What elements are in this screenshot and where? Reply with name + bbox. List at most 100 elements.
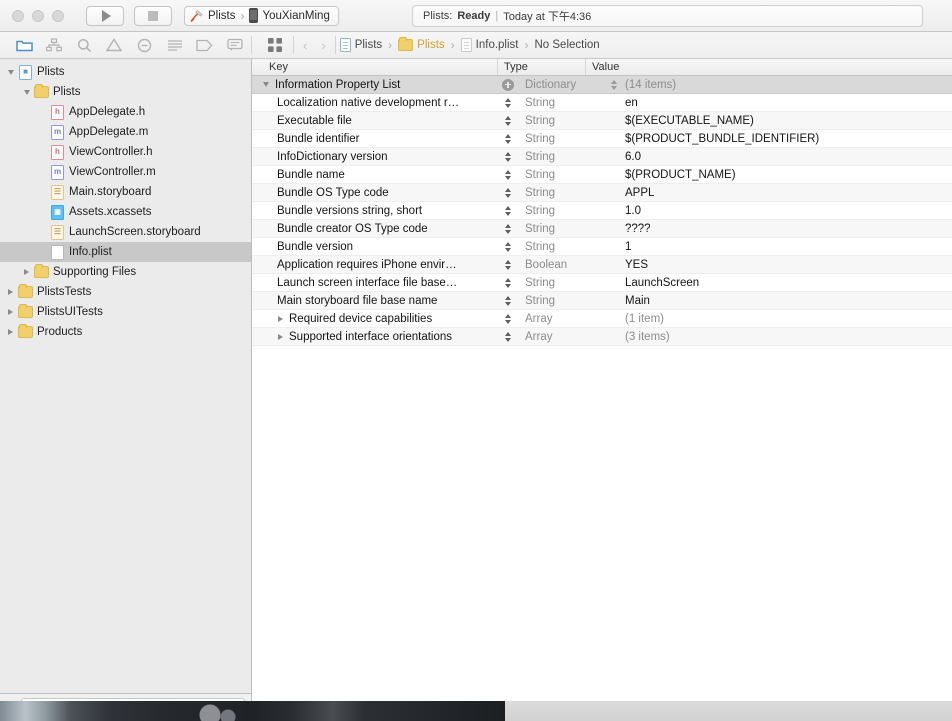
column-header-value[interactable]: Value [585, 59, 952, 75]
sidebar-item-info-plist[interactable]: Info.plist [0, 242, 251, 262]
plist-value-cell[interactable]: 1.0 [621, 205, 952, 217]
plist-key-cell[interactable]: Main storyboard file base name [252, 292, 497, 309]
table-row[interactable]: Information Property List Dictionary (14 i… [252, 76, 952, 94]
chevron-right-icon[interactable] [20, 269, 33, 275]
chevron-down-icon[interactable] [4, 69, 17, 75]
table-row[interactable]: Bundle OS Type code String APPL [252, 184, 952, 202]
row-stepper[interactable] [497, 151, 519, 162]
sort-order-icon[interactable] [607, 79, 621, 90]
forward-button[interactable]: › [316, 38, 330, 53]
row-stepper[interactable] [497, 313, 519, 324]
comment-icon[interactable] [221, 34, 249, 56]
plist-type-cell[interactable]: Array [519, 313, 607, 325]
plist-type-cell[interactable]: String [519, 151, 607, 163]
plist-type-cell[interactable]: String [519, 133, 607, 145]
scheme-selector[interactable]: Plists › YouXianMing [184, 5, 339, 26]
table-row[interactable]: Executable file String $(EXECUTABLE_NAME) [252, 112, 952, 130]
plist-key-cell[interactable]: Required device capabilities [252, 310, 497, 327]
plist-type-cell[interactable]: String [519, 205, 607, 217]
breadcrumb-item-project[interactable]: Plists [339, 38, 382, 52]
plist-type-cell[interactable]: String [519, 169, 607, 181]
row-stepper[interactable] [497, 295, 519, 306]
table-row[interactable]: Launch screen interface file base… String… [252, 274, 952, 292]
editor-options-grid-icon[interactable] [260, 34, 289, 56]
sidebar-item-plistsuitests[interactable]: PlistsUITests [0, 302, 251, 322]
breadcrumb-item-selection[interactable]: No Selection [534, 39, 599, 51]
plist-type-cell[interactable]: Dictionary [519, 79, 607, 91]
chevron-down-icon[interactable] [260, 82, 272, 87]
plist-key-cell[interactable]: Bundle creator OS Type code [252, 220, 497, 237]
plist-key-cell[interactable]: Bundle name [252, 166, 497, 183]
sidebar-item-products[interactable]: Products [0, 322, 251, 342]
plist-value-cell[interactable]: ???? [621, 223, 952, 235]
minimize-button[interactable] [32, 9, 44, 22]
add-row-button[interactable] [497, 78, 519, 91]
plist-value-cell[interactable]: LaunchScreen [621, 277, 952, 289]
chevron-right-icon[interactable] [4, 309, 17, 315]
chevron-right-icon[interactable] [4, 329, 17, 335]
plist-value-cell[interactable]: $(PRODUCT_BUNDLE_IDENTIFIER) [621, 133, 952, 145]
status-bar[interactable]: Plists: Ready | Today at 下午4:36 [412, 5, 923, 27]
plist-value-cell[interactable]: (14 items) [621, 79, 952, 91]
sidebar-item-pliststests[interactable]: PlistsTests [0, 282, 251, 302]
row-stepper[interactable] [497, 115, 519, 126]
table-row[interactable]: Bundle creator OS Type code String???? [252, 220, 952, 238]
plist-key-cell[interactable]: Information Property List [252, 76, 497, 93]
table-row[interactable]: Localization native development r… String… [252, 94, 952, 112]
table-row[interactable]: InfoDictionary version String 6.0 [252, 148, 952, 166]
sidebar-item-supporting-files[interactable]: Supporting Files [0, 262, 251, 282]
table-row[interactable]: Bundle identifier String $(PRODUCT_BUNDLE_… [252, 130, 952, 148]
sidebar-item-viewcontroller-m[interactable]: m ViewController.m [0, 162, 251, 182]
row-stepper[interactable] [497, 133, 519, 144]
tag-icon[interactable] [191, 34, 219, 56]
plist-type-cell[interactable]: String [519, 187, 607, 199]
table-row[interactable]: Bundle versions string, short String 1.0 [252, 202, 952, 220]
list-icon[interactable] [161, 34, 189, 56]
plist-value-cell[interactable]: (3 items) [621, 331, 952, 343]
row-stepper[interactable] [497, 259, 519, 270]
warning-triangle-icon[interactable] [100, 34, 128, 56]
row-stepper[interactable] [497, 205, 519, 216]
plist-value-cell[interactable]: 1 [621, 241, 952, 253]
plist-value-cell[interactable]: APPL [621, 187, 952, 199]
sidebar-item-appdelegate-h[interactable]: h AppDelegate.h [0, 102, 251, 122]
plist-key-cell[interactable]: Supported interface orientations [252, 328, 497, 345]
table-row[interactable]: Application requires iPhone envir… Boolea… [252, 256, 952, 274]
search-icon[interactable] [70, 34, 98, 56]
plist-key-cell[interactable]: Executable file [252, 112, 497, 129]
plist-value-cell[interactable]: Main [621, 295, 952, 307]
plist-key-cell[interactable]: Launch screen interface file base… [252, 274, 497, 291]
plist-type-cell[interactable]: String [519, 115, 607, 127]
column-header-key[interactable]: Key [252, 61, 497, 73]
plist-value-cell[interactable]: $(PRODUCT_NAME) [621, 169, 952, 181]
hierarchy-icon[interactable] [40, 34, 68, 56]
row-stepper[interactable] [497, 277, 519, 288]
plist-value-cell[interactable]: $(EXECUTABLE_NAME) [621, 115, 952, 127]
sidebar-item-appdelegate-m[interactable]: m AppDelegate.m [0, 122, 251, 142]
column-header-type[interactable]: Type [497, 59, 585, 75]
sidebar-item-plists[interactable]: ■ Plists [0, 62, 251, 82]
back-button[interactable]: ‹ [298, 38, 312, 53]
stop-button[interactable] [134, 5, 172, 26]
plist-type-cell[interactable]: Array [519, 331, 607, 343]
chevron-right-icon[interactable] [274, 315, 286, 322]
folder-icon[interactable] [10, 34, 38, 56]
sidebar-item-main-storyboard[interactable]: ☰ Main.storyboard [0, 182, 251, 202]
plist-key-cell[interactable]: Bundle OS Type code [252, 184, 497, 201]
table-row[interactable]: Bundle name String $(PRODUCT_NAME) [252, 166, 952, 184]
breadcrumb-item-file[interactable]: Info.plist [460, 38, 518, 52]
chevron-down-icon[interactable] [20, 89, 33, 95]
plist-type-cell[interactable]: String [519, 223, 607, 235]
sidebar-item-assets-xcassets[interactable]: ▣ Assets.xcassets [0, 202, 251, 222]
sidebar-item-launchscreen-storyboard[interactable]: ☰ LaunchScreen.storyboard [0, 222, 251, 242]
sidebar-item-viewcontroller-h[interactable]: h ViewController.h [0, 142, 251, 162]
table-row[interactable]: Required device capabilities Array (1 item… [252, 310, 952, 328]
close-button[interactable] [12, 9, 24, 22]
row-stepper[interactable] [497, 223, 519, 234]
plist-value-cell[interactable]: en [621, 97, 952, 109]
plist-type-cell[interactable]: String [519, 97, 607, 109]
table-row[interactable]: Supported interface orientations Array (3 … [252, 328, 952, 346]
plist-key-cell[interactable]: Bundle versions string, short [252, 202, 497, 219]
plist-type-cell[interactable]: String [519, 295, 607, 307]
plist-type-cell[interactable]: String [519, 241, 607, 253]
